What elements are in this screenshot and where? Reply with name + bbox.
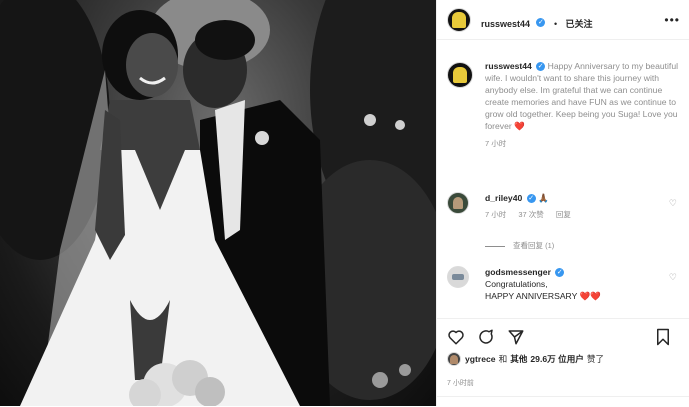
liker-avatar[interactable] [447, 352, 461, 366]
post-header: russwest44 ✓ • 已关注 ••• [437, 0, 689, 40]
following-button[interactable]: 已关注 [566, 19, 593, 29]
comment-likes[interactable]: 37 次赞 [518, 210, 543, 219]
caption: russwest44 ✓ Happy Anniversary to my bea… [485, 60, 680, 149]
caption-author-avatar[interactable] [447, 62, 473, 88]
comment-icon[interactable] [477, 328, 495, 346]
commenter-avatar[interactable] [447, 192, 469, 214]
heart-emoji: ❤️❤️ [579, 291, 601, 301]
verified-badge-icon: ✓ [536, 62, 546, 72]
author-username[interactable]: russwest44 [481, 19, 530, 29]
reply-button[interactable]: 回复 [556, 210, 571, 219]
comment-item: d_riley40 ✓ 🙏🏾 7 小时 37 次赞 回复 ♡ [447, 192, 679, 221]
liker-username[interactable]: ygtrece [465, 354, 496, 364]
heart-emoji: ❤️ [514, 121, 525, 131]
caption-username[interactable]: russwest44 [485, 61, 532, 71]
verified-badge-icon: ✓ [536, 18, 546, 28]
verified-badge-icon: ✓ [555, 268, 565, 278]
comment-item: godsmessenger ✓ Congratulations, HAPPY A… [447, 266, 679, 302]
post-photo[interactable] [0, 0, 436, 406]
add-comment-bar[interactable] [437, 396, 689, 407]
like-comment-icon[interactable]: ♡ [669, 198, 677, 209]
separator-dot: • [553, 19, 558, 29]
more-icon[interactable]: ••• [664, 13, 680, 27]
wedding-photo-illustration [0, 0, 436, 406]
author-avatar[interactable] [447, 8, 471, 32]
post-time: 7 小时前 [447, 380, 474, 387]
like-comment-icon[interactable]: ♡ [669, 272, 677, 283]
bookmark-icon[interactable] [655, 328, 671, 346]
comment-text-line1: Congratulations, [485, 279, 548, 289]
post-detail-panel: russwest44 ✓ • 已关注 ••• russwest44 ✓ Happ… [436, 0, 689, 406]
view-replies-link[interactable]: 查看回复 (1) [485, 240, 554, 251]
likes-summary: ygtrece 和 其他 29.6万 位用户 赞了 [447, 352, 604, 366]
commenter-avatar[interactable] [447, 266, 469, 288]
likes-suffix: 赞了 [586, 354, 605, 364]
comment-time: 7 小时 [485, 210, 507, 219]
likes-count[interactable]: 29.6万 位用户 [530, 353, 584, 365]
share-icon[interactable] [507, 328, 525, 346]
likes-and: 和 [498, 354, 508, 364]
comment-text-line2: HAPPY ANNIVERSARY [485, 291, 578, 301]
like-heart-icon[interactable] [447, 328, 465, 346]
commenter-username[interactable]: d_riley40 [485, 193, 522, 203]
caption-time: 7 小时 [485, 139, 507, 148]
comment-text: 🙏🏾 [538, 193, 549, 203]
commenter-username[interactable]: godsmessenger [485, 267, 551, 277]
likes-others[interactable]: 其他 [510, 353, 527, 365]
verified-badge-icon: ✓ [526, 194, 536, 204]
